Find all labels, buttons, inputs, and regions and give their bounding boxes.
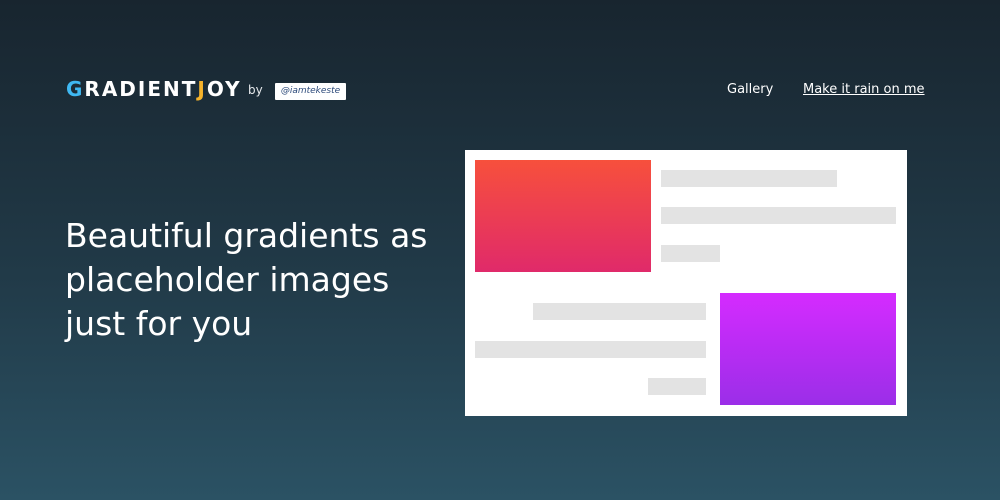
gradient-placeholder-image-orange <box>475 160 651 272</box>
gradient-placeholder-image-purple <box>720 293 896 405</box>
text-placeholder-bar <box>661 207 896 224</box>
hero-line-3: just for you <box>65 304 253 343</box>
preview-card <box>465 150 907 416</box>
nav-gallery-link[interactable]: Gallery <box>727 82 773 98</box>
logo[interactable]: G RADIENT J OY <box>66 77 242 101</box>
logo-text-oy: OY <box>206 77 242 101</box>
text-placeholder-bar <box>648 378 706 395</box>
text-placeholder-bar <box>475 341 706 358</box>
byline: by <box>248 83 263 97</box>
text-placeholder-bar <box>661 170 837 187</box>
hero-line-2: placeholder images <box>65 260 390 299</box>
hero-heading: Beautiful gradients as placeholder image… <box>65 214 445 346</box>
logo-letter-j: J <box>197 77 207 101</box>
text-placeholder-bar <box>533 303 706 320</box>
logo-letter-g: G <box>66 77 85 101</box>
logo-text-radient: RADIENT <box>84 77 198 101</box>
author-handle-link[interactable]: @iamtekeste <box>275 83 346 100</box>
nav-make-it-rain-link[interactable]: Make it rain on me <box>803 82 925 98</box>
text-placeholder-bar <box>661 245 720 262</box>
hero-line-1: Beautiful gradients as <box>65 216 428 255</box>
